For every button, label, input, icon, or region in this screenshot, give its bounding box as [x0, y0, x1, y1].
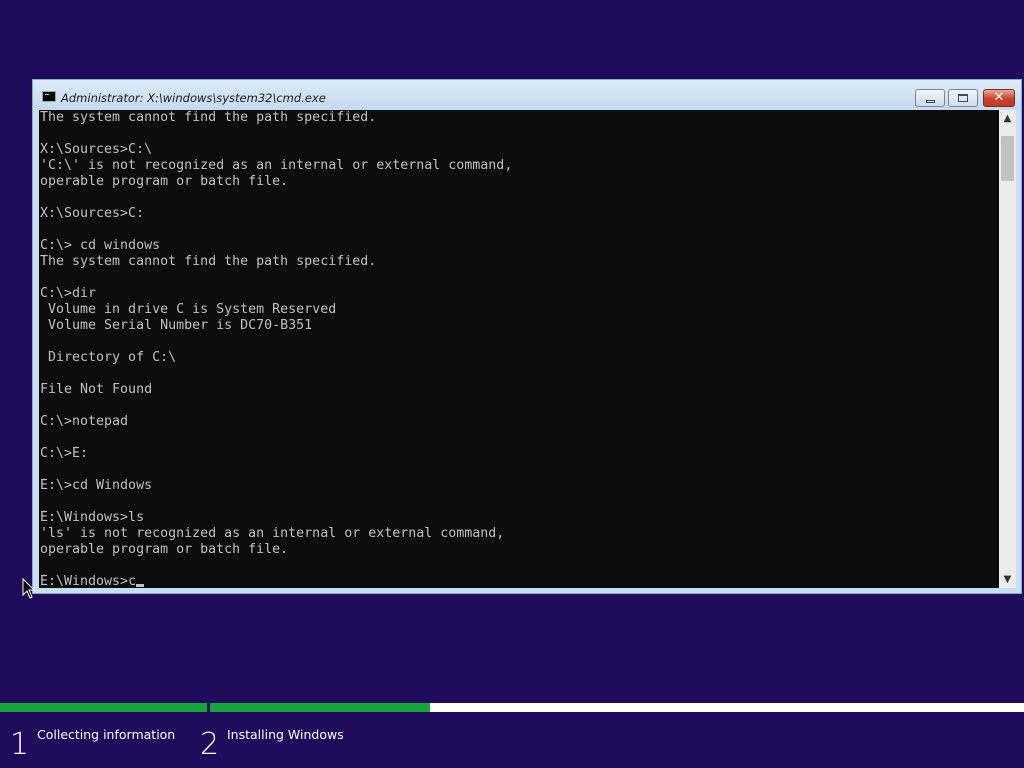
close-icon: ✕ [993, 90, 1005, 105]
console-prompt: E:\Windows> [40, 574, 129, 588]
console-input[interactable]: c [128, 574, 136, 588]
window-title: Administrator: X:\windows\system32\cmd.e… [61, 91, 326, 105]
scroll-down-arrow-icon[interactable]: ▼ [999, 571, 1016, 588]
console-output[interactable]: The system cannot find the path specifie… [39, 110, 999, 588]
text-cursor [136, 584, 145, 587]
step-2-label: Installing Windows [227, 727, 344, 742]
scroll-up-arrow-icon[interactable]: ▲ [999, 110, 1016, 127]
step-1-progress-bar [0, 703, 207, 712]
maximize-icon [958, 94, 968, 102]
step-2-number: 2 [200, 727, 220, 762]
close-button[interactable]: ✕ [983, 89, 1015, 107]
cmd-app-icon[interactable] [42, 91, 56, 102]
step-2-progress-bar [210, 703, 1024, 712]
step-1-label: Collecting information [37, 727, 176, 742]
console-text: The system cannot find the path specifie… [40, 110, 513, 588]
vertical-scrollbar[interactable]: ▲ ▼ [999, 110, 1016, 588]
cmd-window: Administrator: X:\windows\system32\cmd.e… [32, 79, 1022, 594]
scroll-thumb[interactable] [1001, 136, 1014, 181]
minimize-icon [925, 99, 935, 103]
step-1-number: 1 [10, 727, 30, 762]
mouse-pointer-icon [22, 578, 36, 599]
title-bar[interactable]: Administrator: X:\windows\system32\cmd.e… [33, 80, 1021, 110]
step-1-progress-fill [0, 703, 207, 712]
step-2-progress-fill [210, 703, 430, 712]
minimize-button[interactable] [915, 89, 945, 107]
maximize-button[interactable] [948, 89, 978, 107]
